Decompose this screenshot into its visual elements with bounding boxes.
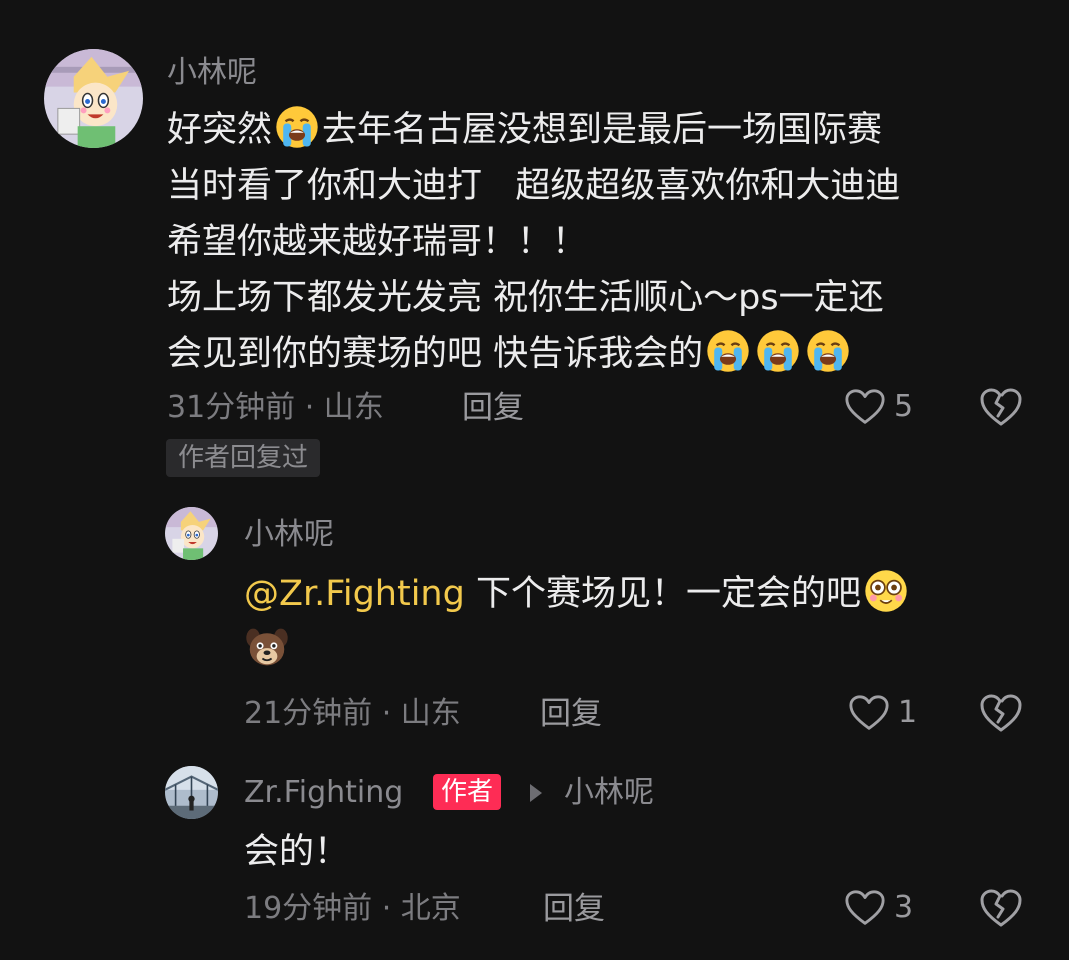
loudly-crying-face-emoji: [274, 104, 320, 150]
reply-timestamp-location: 21分钟前 · 山东: [244, 696, 461, 731]
broken-heart-icon: [980, 694, 1022, 732]
comment-line: 场上场下都发光发亮 祝你生活顺心～ps一定还: [167, 270, 900, 326]
like-button[interactable]: 3: [844, 888, 913, 928]
author-reply-timestamp-location: 19分钟前 · 北京: [244, 891, 461, 926]
comment-text-segment: 去年名古屋没想到是最后一场国际赛: [322, 110, 883, 150]
reply-line: 会的！: [244, 824, 349, 880]
like-count: 1: [898, 695, 918, 730]
reply-button[interactable]: 回复: [543, 889, 605, 929]
loudly-crying-face-emoji: [805, 328, 851, 374]
dislike-button[interactable]: [979, 386, 1023, 428]
mention-link[interactable]: @Zr.Fighting: [244, 574, 465, 614]
like-button[interactable]: 5: [844, 387, 913, 427]
loudly-crying-face-emoji: [755, 328, 801, 374]
dislike-button[interactable]: [979, 887, 1023, 929]
like-count: 3: [894, 890, 914, 925]
reply-to-username[interactable]: 小林呢: [564, 775, 654, 811]
comment-line: 当时看了你和大迪打 超级超级喜欢你和大迪迪: [167, 158, 900, 214]
reply-text-segment: 会的！: [244, 832, 350, 872]
like-count: 5: [894, 389, 914, 424]
comment-line: 会见到你的赛场的吧 快告诉我会的: [167, 326, 900, 382]
reply-arrow-icon: [530, 784, 542, 802]
comment-line: 好突然 去年名古屋没想到是最后一场国际赛: [167, 102, 900, 158]
comment-text: 好突然 去年名古屋没想到是最后一场国际赛 当时看了你和大迪打 超级超级喜欢你和大迪…: [167, 102, 900, 382]
comment-timestamp-location: 31分钟前 · 山东: [167, 390, 384, 425]
like-button[interactable]: 1: [848, 693, 917, 733]
broken-heart-icon: [980, 889, 1022, 927]
commenter-username[interactable]: 小林呢: [167, 55, 257, 91]
reply-text-segment: 下个赛场见！一定会的吧: [464, 574, 861, 614]
author-username[interactable]: Zr.Fighting: [244, 775, 403, 811]
loudly-crying-face-emoji: [705, 328, 751, 374]
reply-line: 🐶: [244, 622, 911, 678]
author-reply-text: 会的！: [244, 824, 349, 880]
author-replied-tag: 作者回复过: [166, 439, 321, 477]
comment-text-segment: 当时看了你和大迪打 超级超级喜欢你和大迪迪: [167, 166, 901, 206]
reply-button[interactable]: 回复: [540, 694, 602, 734]
comment-text-segment: 场上场下都发光发亮 祝你生活顺心～ps一定还: [167, 278, 884, 318]
flushed-face-emoji: [863, 568, 909, 614]
reply-text: @Zr.Fighting 下个赛场见！一定会的吧 🐶 😳: [244, 566, 911, 678]
reply-button[interactable]: 回复: [462, 388, 524, 428]
heart-outline-icon: [848, 693, 890, 733]
author-badge: 作者: [433, 774, 502, 810]
comment-text-segment: 希望你越来越好瑞哥！！！: [167, 222, 588, 262]
dog-face-emoji: [244, 624, 290, 670]
broken-heart-icon: [980, 388, 1022, 426]
comment-text-segment: 好突然: [167, 110, 273, 150]
dislike-button[interactable]: [979, 692, 1023, 734]
heart-outline-icon: [844, 387, 886, 427]
comment-line: 希望你越来越好瑞哥！！！: [167, 214, 900, 270]
reply-username[interactable]: 小林呢: [244, 517, 334, 553]
heart-outline-icon: [844, 888, 886, 928]
comment-text-segment: 会见到你的赛场的吧 快告诉我会的: [167, 334, 704, 374]
commenter-avatar[interactable]: [44, 49, 143, 148]
author-avatar[interactable]: [165, 766, 218, 819]
reply-line: @Zr.Fighting 下个赛场见！一定会的吧: [244, 566, 911, 622]
reply-avatar[interactable]: [165, 507, 218, 560]
